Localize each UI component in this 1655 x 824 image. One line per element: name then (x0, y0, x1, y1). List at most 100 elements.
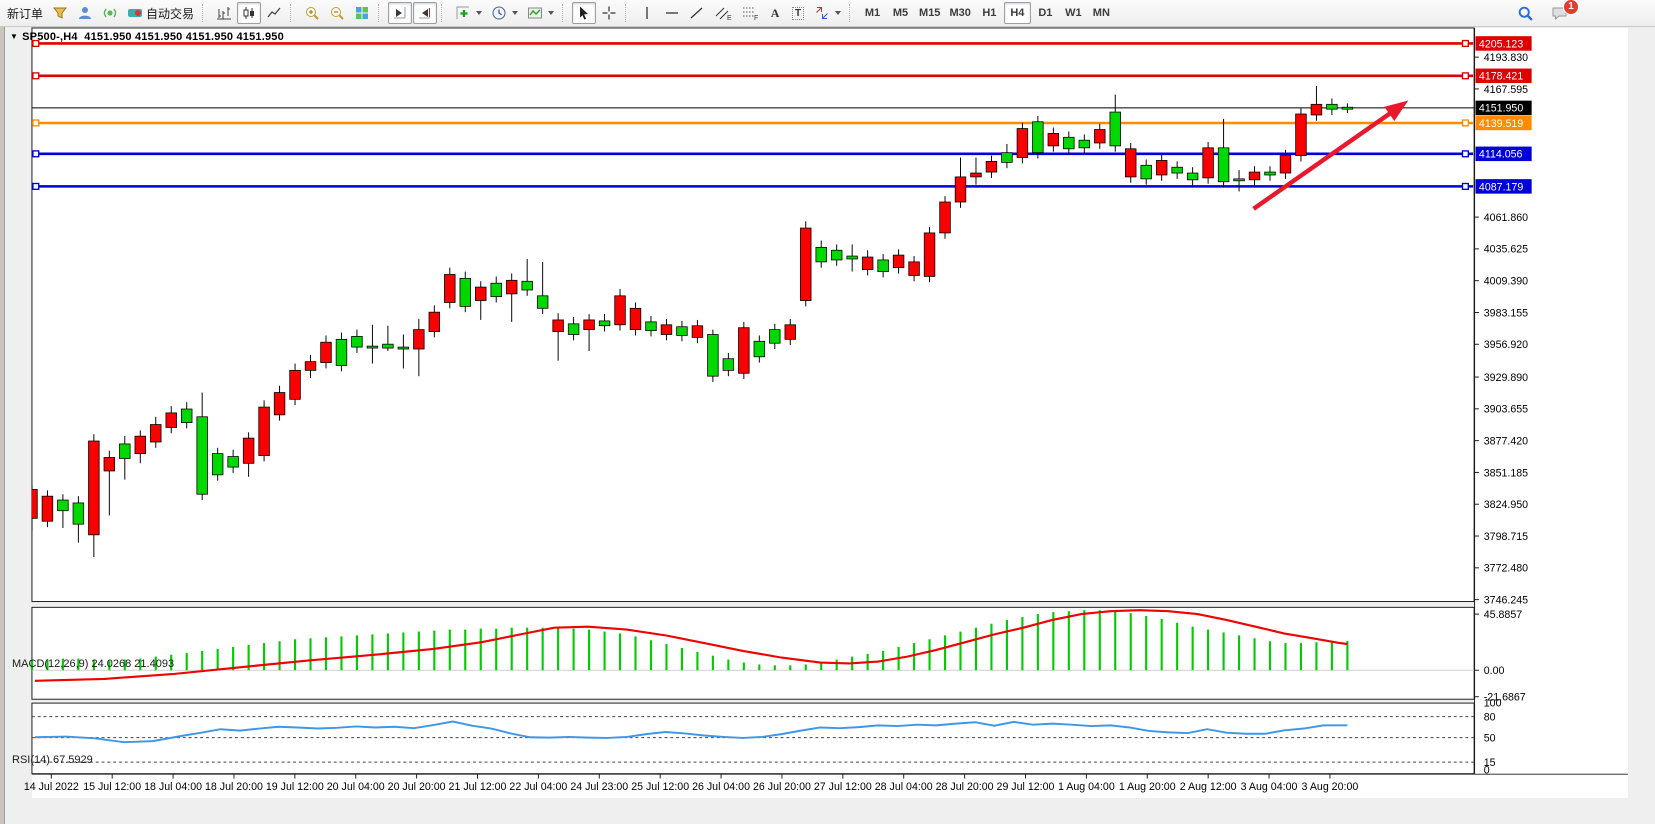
auto-trading-icon (127, 5, 143, 21)
svg-text:19 Jul 12:00: 19 Jul 12:00 (266, 781, 324, 793)
svg-text:80: 80 (1484, 712, 1496, 724)
add-indicator-icon (455, 5, 471, 21)
zoom-out-button[interactable] (325, 2, 349, 24)
cursor-button[interactable] (572, 2, 596, 24)
svg-text:1 Aug 20:00: 1 Aug 20:00 (1119, 781, 1176, 793)
cursor-icon (576, 5, 592, 21)
vertical-line-button[interactable] (635, 2, 659, 24)
svg-text:3956.920: 3956.920 (1484, 339, 1528, 351)
notification-badge[interactable]: 1 (1563, 0, 1579, 15)
timeframe-m30[interactable]: M30 (945, 2, 974, 24)
chart-shift-icon (417, 5, 433, 21)
svg-text:26 Jul 20:00: 26 Jul 20:00 (753, 781, 811, 793)
separator (849, 4, 854, 22)
svg-text:24 Jul 23:00: 24 Jul 23:00 (570, 781, 628, 793)
svg-text:3929.890: 3929.890 (1484, 372, 1528, 384)
svg-text:28 Jul 20:00: 28 Jul 20:00 (936, 781, 994, 793)
svg-text:45.8857: 45.8857 (1484, 609, 1522, 621)
timeframe-m15[interactable]: M15 (915, 2, 944, 24)
rsi-panel[interactable] (32, 703, 1474, 774)
separator (378, 4, 383, 22)
auto-trading-button[interactable]: 自动交易 (123, 2, 198, 24)
svg-text:4009.390: 4009.390 (1484, 276, 1528, 288)
candlestick-chart-button[interactable] (237, 2, 261, 24)
timeframe-d1[interactable]: D1 (1032, 2, 1059, 24)
new-order-label: 新订单 (7, 5, 43, 22)
timeframe-w1[interactable]: W1 (1060, 2, 1087, 24)
auto-scroll-button[interactable] (388, 2, 412, 24)
svg-text:4087.179: 4087.179 (1479, 181, 1523, 193)
svg-text:22 Jul 04:00: 22 Jul 04:00 (509, 781, 567, 793)
zoom-in-button[interactable] (300, 2, 324, 24)
svg-text:100: 100 (1484, 698, 1502, 710)
line-chart-button[interactable] (262, 2, 286, 24)
svg-text:4114.056: 4114.056 (1479, 149, 1523, 161)
macd-label: MACD(12,26,9) 24.0268 21.4093 (12, 658, 174, 670)
chart-symbol: SP500-,H4 (22, 31, 78, 43)
svg-text:E: E (727, 15, 732, 21)
timeframe-m5[interactable]: M5 (887, 2, 914, 24)
svg-text:20 Jul 20:00: 20 Jul 20:00 (388, 781, 446, 793)
zoom-out-icon (329, 5, 345, 21)
equidistant-channel-button[interactable]: E (710, 2, 736, 24)
svg-text:50: 50 (1484, 732, 1496, 744)
svg-text:18 Jul 20:00: 18 Jul 20:00 (205, 781, 263, 793)
tile-windows-button[interactable] (350, 2, 374, 24)
crosshair-button[interactable] (597, 2, 621, 24)
svg-text:4061.860: 4061.860 (1484, 212, 1528, 224)
timeframe-h4[interactable]: H4 (1004, 2, 1031, 24)
signals-button[interactable] (98, 2, 122, 24)
terminal-window: 新订单 自动交易 E F A T M1 (0, 0, 1655, 824)
person-icon (77, 5, 93, 21)
svg-text:4139.519: 4139.519 (1479, 118, 1523, 130)
chart-title: ▼ SP500-,H4 4151.950 4151.950 4151.950 41… (10, 31, 284, 43)
svg-text:4193.830: 4193.830 (1484, 52, 1528, 64)
arrows-tool-button[interactable] (810, 2, 845, 24)
trendline-button[interactable] (685, 2, 709, 24)
svg-text:20 Jul 04:00: 20 Jul 04:00 (327, 781, 385, 793)
text-label-button[interactable]: T (787, 2, 809, 24)
templates-button[interactable] (523, 2, 558, 24)
signal-icon (102, 5, 118, 21)
trendline-icon (689, 5, 705, 21)
add-indicator-button[interactable] (451, 2, 486, 24)
svg-text:4167.595: 4167.595 (1484, 84, 1528, 96)
search-button[interactable] (1513, 2, 1538, 24)
timeframe-h1[interactable]: H1 (976, 2, 1003, 24)
funnel-button[interactable] (48, 2, 72, 24)
main-price-panel[interactable] (32, 28, 1474, 602)
chart-shift-button[interactable] (413, 2, 437, 24)
text-tool-button[interactable]: A (764, 2, 786, 24)
chart-canvas[interactable]: 4193.830 4167.595 4061.860 4035.625 4009.390… (0, 27, 1655, 824)
line-chart-icon (266, 5, 282, 21)
new-order-button[interactable]: 新订单 (3, 2, 47, 24)
timeframe-mn[interactable]: MN (1088, 2, 1115, 24)
svg-text:3877.420: 3877.420 (1484, 436, 1528, 448)
search-icon (1517, 5, 1534, 22)
auto-scroll-icon (392, 5, 408, 21)
svg-text:2 Aug 12:00: 2 Aug 12:00 (1180, 781, 1237, 793)
horizontal-line-button[interactable] (660, 2, 684, 24)
svg-text:28 Jul 04:00: 28 Jul 04:00 (875, 781, 933, 793)
dropdown-caret (548, 11, 554, 15)
timeframe-m1[interactable]: M1 (859, 2, 886, 24)
bar-chart-button[interactable] (212, 2, 236, 24)
fibonacci-button[interactable]: F (737, 2, 763, 24)
open-account-button[interactable] (73, 2, 97, 24)
chart-quotes: 4151.950 4151.950 4151.950 4151.950 (84, 31, 284, 43)
svg-text:25 Jul 12:00: 25 Jul 12:00 (631, 781, 689, 793)
arrows-icon (814, 5, 830, 21)
periods-button[interactable] (487, 2, 522, 24)
bar-chart-icon (216, 5, 232, 21)
svg-text:27 Jul 12:00: 27 Jul 12:00 (814, 781, 872, 793)
vertical-line-icon (639, 5, 655, 21)
chart-menu-icon[interactable]: ▼ (10, 32, 18, 41)
community-button[interactable]: 1 (1547, 2, 1573, 24)
funnel-icon (52, 5, 68, 21)
svg-text:21 Jul 12:00: 21 Jul 12:00 (449, 781, 507, 793)
svg-text:3903.655: 3903.655 (1484, 404, 1528, 416)
toolbar: 新订单 自动交易 E F A T M1 (0, 0, 1655, 27)
dropdown-caret (512, 11, 518, 15)
crosshair-icon (601, 5, 617, 21)
svg-text:4035.625: 4035.625 (1484, 244, 1528, 256)
